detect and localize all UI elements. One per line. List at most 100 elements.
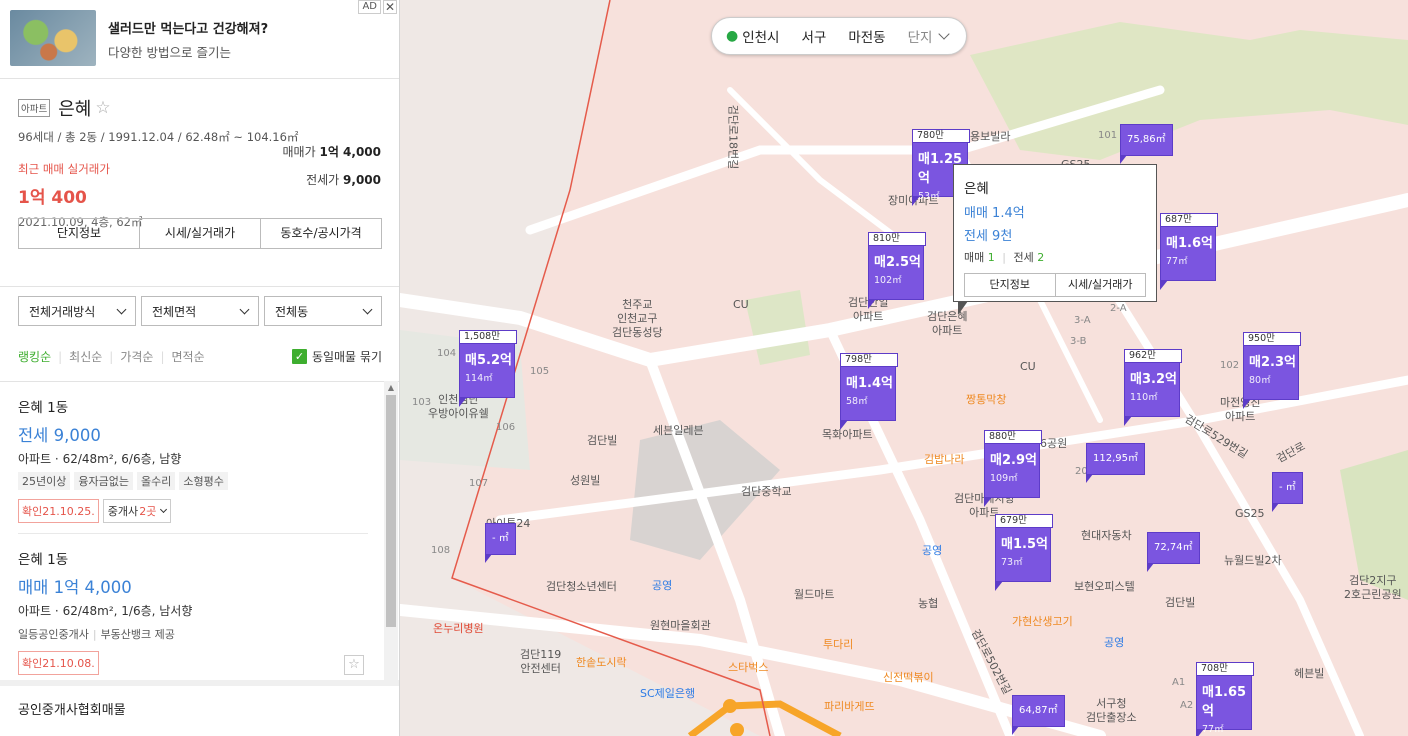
scroll-up-icon[interactable]: ▲ bbox=[384, 381, 398, 395]
poi-bakery[interactable]: 파리바게뜨 bbox=[824, 700, 875, 714]
ad-title[interactable]: 샐러드만 먹는다고 건강해져? bbox=[108, 18, 268, 37]
building-select[interactable]: 전체동 bbox=[264, 296, 382, 326]
list-item[interactable]: 은혜 1동 매매 1억 4,000 아파트 · 62/48m², 1/6층, 남… bbox=[18, 548, 368, 675]
poi-park[interactable]: 6공원 bbox=[1040, 437, 1067, 451]
poi-youth-center[interactable]: 검단청소년센터 bbox=[546, 580, 617, 594]
chevron-down-icon[interactable] bbox=[938, 28, 951, 40]
poi-cu[interactable]: CU bbox=[733, 298, 749, 312]
poi-building[interactable]: 검단빌 bbox=[1165, 596, 1195, 610]
poi-community-center[interactable]: 원현마을회관 bbox=[650, 619, 711, 633]
poi-restaurant[interactable]: 김밥나라 bbox=[924, 453, 964, 467]
tag: 25년이상 bbox=[18, 472, 71, 490]
poi-apartment[interactable]: 마전영진 아파트 bbox=[1220, 396, 1260, 424]
poi-label: 검단빌 bbox=[587, 434, 618, 447]
checkbox-checked-icon[interactable]: ✓ bbox=[291, 349, 307, 364]
sort-ranking[interactable]: 랭킹순 bbox=[18, 348, 51, 365]
poi-parking[interactable]: 공영 bbox=[922, 544, 942, 558]
price-marker[interactable]: 880만 매2.9억 109㎡ bbox=[984, 430, 1042, 507]
poi-building[interactable]: 뉴월드빌2차 bbox=[1224, 554, 1282, 568]
association-listings-header[interactable]: 공인중개사협회매물 bbox=[0, 680, 399, 736]
poi-officetel[interactable]: 보현오피스텔 bbox=[1074, 580, 1135, 594]
merge-duplicates-toggle[interactable]: ✓ 동일매물 묶기 bbox=[291, 348, 382, 365]
poi-park[interactable]: 검단2지구 2호근린공원 bbox=[1344, 574, 1402, 602]
location-district[interactable]: 서구 bbox=[801, 26, 826, 46]
price-marker[interactable]: 950만 매2.3억 80㎡ bbox=[1243, 332, 1301, 409]
price-marker[interactable]: 810만 매2.5억 102㎡ bbox=[868, 232, 926, 309]
price-marker[interactable]: 962만 매3.2억 110㎡ bbox=[1124, 349, 1182, 426]
poi-restaurant[interactable]: 투다리 bbox=[823, 638, 853, 652]
poi-cu[interactable]: CU bbox=[1020, 360, 1036, 374]
ad-banner[interactable]: 샐러드만 먹는다고 건강해져? 다양한 방법으로 즐기는 AD ✕ bbox=[0, 0, 399, 79]
poi-convenience-store[interactable]: 세븐일레븐 bbox=[653, 424, 704, 438]
sort-price[interactable]: 가격순 bbox=[120, 348, 153, 365]
star-icon[interactable]: ☆ bbox=[344, 655, 364, 675]
poi-cafe[interactable]: 스타벅스 bbox=[728, 661, 768, 675]
poi-parking[interactable]: 공영 bbox=[652, 579, 672, 593]
location-dong[interactable]: 마전동 bbox=[848, 26, 885, 46]
tab-price-history[interactable]: 시세/실거래가 bbox=[140, 219, 261, 248]
list-item[interactable]: 은혜 1동 전세 9,000 아파트 · 62/48m², 6/6층, 남향 2… bbox=[18, 396, 368, 523]
agents-dropdown[interactable]: 중개사 2곳 bbox=[102, 499, 172, 523]
poi-parking[interactable]: 공영 bbox=[1104, 636, 1124, 650]
sort-area[interactable]: 면적순 bbox=[172, 348, 205, 365]
price-marker[interactable]: 679만 매1.5억 73㎡ bbox=[995, 514, 1053, 591]
scroll-thumb[interactable] bbox=[386, 395, 396, 627]
poi-mart[interactable]: 월드마트 bbox=[794, 588, 834, 602]
marker-area: 110㎡ bbox=[1130, 392, 1158, 403]
poi-restaurant[interactable]: 가현산생고기 bbox=[1012, 615, 1073, 629]
trade-type-select[interactable]: 전체거래방식 bbox=[18, 296, 136, 326]
poi-church[interactable]: 천주교 인천교구 검단동성당 bbox=[612, 298, 663, 340]
map[interactable]: ● 인천시 서구 마전동 단지 천주교 인천교구 검단동성당 CU 장미아파트 … bbox=[400, 0, 1408, 736]
building-number: 107 bbox=[469, 478, 489, 489]
price-marker[interactable]: 1,508만 매5.2억 114㎡ bbox=[459, 330, 517, 407]
building-number: 105 bbox=[530, 366, 550, 377]
poi-bank[interactable]: 농협 bbox=[918, 597, 938, 611]
poi-bank[interactable]: SC제일은행 bbox=[640, 687, 695, 701]
location-complex[interactable]: 단지 bbox=[908, 26, 933, 46]
poi-convenience-store[interactable]: GS25 bbox=[1235, 507, 1265, 521]
poi-restaurant[interactable]: 한솥도시락 bbox=[576, 656, 627, 670]
popup-complex-info-button[interactable]: 단지정보 bbox=[965, 274, 1056, 296]
poi-car-dealer[interactable]: 현대자동차 bbox=[1081, 529, 1132, 543]
area-marker[interactable]: 72,74㎡ bbox=[1147, 532, 1200, 572]
popup-name: 은혜 bbox=[964, 181, 989, 197]
poi-building[interactable]: 용보빌라 bbox=[970, 130, 1010, 144]
area-marker[interactable]: - ㎡ bbox=[1272, 472, 1303, 512]
poi-building[interactable]: 검단빌 bbox=[587, 434, 617, 448]
price-marker[interactable]: 687만 매1.6억 77㎡ bbox=[1160, 213, 1218, 290]
poi-label: 농협 bbox=[918, 597, 939, 610]
close-icon[interactable]: ✕ bbox=[383, 0, 397, 14]
agents-label: 중개사 bbox=[107, 505, 139, 518]
poi-building[interactable]: 성원빌 bbox=[570, 474, 600, 488]
area-marker[interactable]: 112,95㎡ bbox=[1086, 443, 1145, 483]
complex-popup[interactable]: 은혜 매매 1.4억 전세 9천 매매 1 | 전세 2 단지정보 시세/실거래… bbox=[953, 164, 1157, 315]
tab-complex-info[interactable]: 단지정보 bbox=[19, 219, 140, 248]
poi-hospital[interactable]: 온누리병원 bbox=[433, 622, 484, 636]
poi-restaurant[interactable]: 짱통막창 bbox=[966, 393, 1006, 407]
scrollbar[interactable]: ▲ bbox=[384, 381, 398, 681]
price-marker[interactable]: 708만 매1.65억 77㎡ bbox=[1196, 662, 1254, 736]
sale-count: 1 bbox=[987, 251, 995, 264]
tab-unit-info[interactable]: 동호수/공시가격 bbox=[261, 219, 381, 248]
poi-building[interactable]: 헤븐빌 bbox=[1294, 667, 1324, 681]
tag: 소형평수 bbox=[179, 472, 228, 490]
poi-fire-station[interactable]: 검단119 안전센터 bbox=[520, 648, 561, 676]
sidebar: 샐러드만 먹는다고 건강해져? 다양한 방법으로 즐기는 AD ✕ 아파트 은혜… bbox=[0, 0, 400, 736]
price-marker[interactable]: 798만 매1.4억 58㎡ bbox=[840, 353, 898, 430]
poi-apartment[interactable]: 목화아파트 bbox=[822, 428, 873, 442]
area-label: 전체면적 bbox=[152, 304, 197, 319]
area-marker[interactable]: 64,87㎡ bbox=[1012, 695, 1065, 735]
sort-latest[interactable]: 최신순 bbox=[69, 348, 102, 365]
location-city[interactable]: 인천시 bbox=[742, 26, 779, 46]
area-marker[interactable]: 75,86㎡ bbox=[1120, 124, 1173, 164]
poi-district-office[interactable]: 서구청 검단출장소 bbox=[1086, 697, 1137, 725]
location-breadcrumb[interactable]: ● 인천시 서구 마전동 단지 bbox=[711, 17, 967, 55]
ad-subtitle[interactable]: 다양한 방법으로 즐기는 bbox=[108, 42, 268, 61]
area-marker[interactable]: - ㎡ bbox=[485, 523, 516, 563]
poi-school[interactable]: 검단중학교 bbox=[741, 485, 792, 499]
star-icon[interactable]: ☆ bbox=[95, 98, 110, 118]
popup-price-button[interactable]: 시세/실거래가 bbox=[1056, 274, 1146, 296]
ad-thumbnail[interactable] bbox=[10, 10, 96, 66]
area-select[interactable]: 전체면적 bbox=[141, 296, 259, 326]
poi-restaurant[interactable]: 신전떡볶이 bbox=[883, 671, 934, 685]
